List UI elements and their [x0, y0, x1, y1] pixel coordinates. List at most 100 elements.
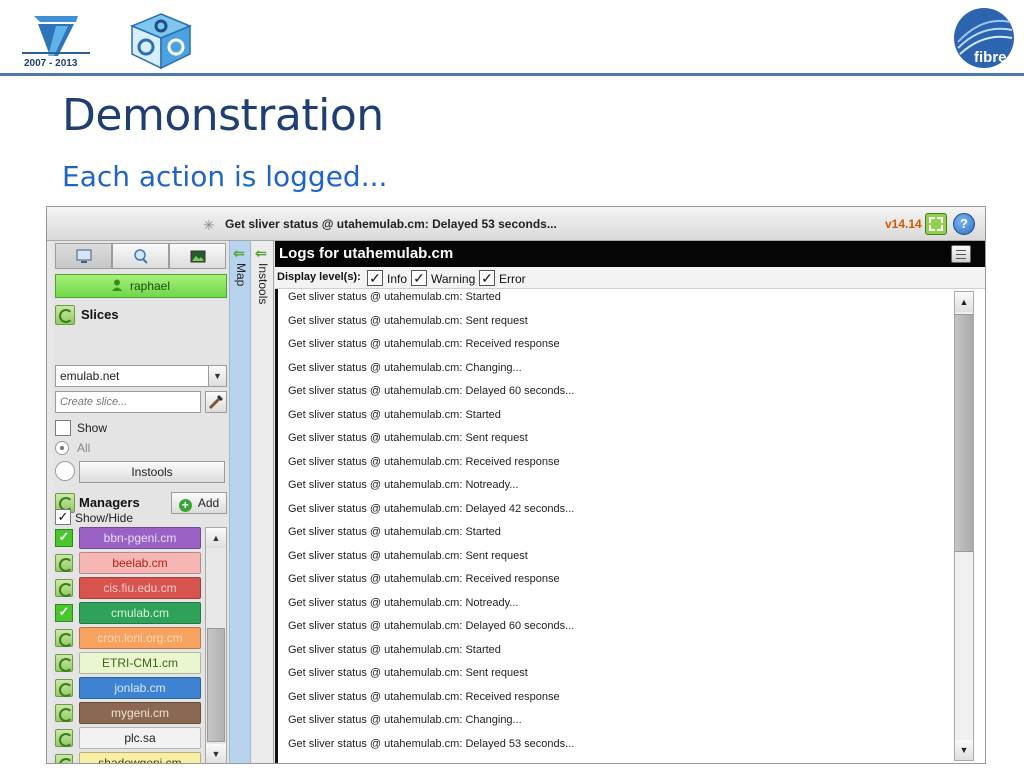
show-hide-checkbox[interactable]: ✓ — [55, 509, 71, 525]
tab-picture[interactable] — [169, 243, 226, 269]
expand-left-arrow-icon[interactable]: ⇐ — [255, 246, 267, 260]
scroll-thumb[interactable] — [955, 314, 973, 552]
log-entry: Get sliver status @ utahemulab.cm: Start… — [288, 291, 501, 303]
log-entry: Get sliver status @ utahemulab.cm: Chang… — [288, 361, 522, 374]
manager-checkbox[interactable]: ✓ — [55, 604, 73, 622]
manager-row: shadowgeni.cm — [55, 752, 205, 763]
manager-button[interactable]: bbn-pgeni.cm — [79, 527, 201, 549]
tab-slices-view[interactable] — [55, 243, 112, 269]
slide-subtitle: Each action is logged... — [62, 160, 388, 193]
header-rule — [0, 73, 1024, 76]
fp7-seven-icon: 2007 - 2013 — [22, 16, 90, 69]
tab-search[interactable] — [112, 243, 169, 269]
scroll-thumb[interactable] — [207, 628, 225, 742]
log-entry: Get sliver status @ utahemulab.cm: Start… — [288, 526, 501, 538]
add-icon: + — [178, 499, 192, 512]
error-level-checkbox[interactable]: ✓ — [479, 270, 495, 286]
refresh-slices-button[interactable] — [55, 305, 75, 325]
chevron-down-icon[interactable]: ▼ — [208, 366, 226, 386]
user-name: raphael — [129, 279, 171, 293]
manager-button[interactable]: plc.sa — [79, 727, 201, 749]
log-entry: Get sliver status @ utahemulab.cm: Sent … — [288, 549, 528, 562]
instools-radio[interactable] — [55, 461, 75, 481]
help-icon: ? — [960, 216, 968, 231]
info-level-label: Info — [387, 272, 408, 286]
log-list: Get sliver status @ utahemulab.cm: Start… — [275, 289, 985, 763]
log-entry: Get sliver status @ utahemulab.cm: Chang… — [288, 714, 522, 726]
instools-button[interactable]: Instools — [79, 461, 225, 483]
manager-button[interactable]: cmulab.cm — [79, 602, 201, 624]
manager-refresh-button[interactable] — [55, 704, 73, 722]
instools-side-tab[interactable]: ⇐ Instools — [252, 241, 274, 763]
logs-title: Logs for utahemulab.cm — [279, 245, 454, 262]
manager-refresh-button[interactable] — [55, 754, 73, 763]
manager-refresh-button[interactable] — [55, 629, 73, 647]
manager-button[interactable]: beelab.cm — [79, 552, 201, 574]
fibre-logo-text: fibre — [974, 49, 1007, 66]
manager-button[interactable]: shadowgeni.cm — [79, 752, 201, 763]
map-side-tab[interactable]: ⇐ Map — [229, 241, 251, 763]
scroll-up-icon[interactable]: ▲ — [955, 292, 973, 312]
status-message: Get sliver status @ utahemulab.cm: Delay… — [225, 217, 557, 231]
manager-button[interactable]: mygeni.cm — [79, 702, 201, 724]
manager-button[interactable]: cron.loni.org.cm — [79, 627, 201, 649]
help-button[interactable]: ? — [953, 213, 975, 235]
log-entry: Get sliver status @ utahemulab.cm: Start… — [288, 408, 501, 421]
manager-refresh-button[interactable] — [55, 579, 73, 597]
manager-list-scrollbar[interactable]: ▲ ▼ — [205, 527, 227, 763]
all-radio[interactable] — [55, 441, 69, 455]
scroll-up-icon[interactable]: ▲ — [206, 528, 226, 548]
log-entry: Get sliver status @ utahemulab.cm: Recei… — [288, 690, 560, 703]
manager-row: cis.fiu.edu.cm — [55, 577, 205, 601]
info-level-checkbox[interactable]: ✓ — [367, 270, 383, 286]
search-icon — [134, 249, 148, 264]
logs-menu-button[interactable] — [951, 245, 971, 263]
user-icon — [111, 279, 122, 291]
add-manager-button[interactable]: + Add — [171, 492, 227, 514]
computer-icon — [76, 249, 92, 263]
error-level-label: Error — [499, 272, 526, 286]
manager-checkbox[interactable]: ✓ — [55, 529, 73, 547]
scroll-down-icon[interactable]: ▼ — [206, 744, 226, 763]
expand-left-arrow-icon[interactable]: ⇐ — [233, 246, 245, 260]
display-levels-bar: Display level(s): ✓ Info ✓ Warning ✓ Err… — [275, 267, 985, 289]
log-entry: Get sliver status @ utahemulab.cm: Recei… — [288, 573, 560, 585]
manager-refresh-button[interactable] — [55, 679, 73, 697]
manager-row: cron.loni.org.cm — [55, 627, 205, 651]
log-scrollbar[interactable]: ▲ ▼ — [954, 291, 974, 761]
show-slices-checkbox[interactable] — [55, 420, 71, 436]
log-entry: Get sliver status @ utahemulab.cm: Start… — [288, 643, 501, 656]
add-label: Add — [197, 496, 220, 510]
create-slice-input[interactable] — [55, 391, 201, 413]
loading-spinner-icon: ✳ — [203, 217, 215, 233]
manager-row: mygeni.cm — [55, 702, 205, 726]
log-entry: Get sliver status @ utahemulab.cm: Delay… — [288, 502, 575, 515]
log-entry: Get sliver status @ utahemulab.cm: Sent … — [288, 432, 528, 444]
managers-heading: Managers — [79, 495, 140, 510]
warning-level-checkbox[interactable]: ✓ — [411, 270, 427, 286]
sidebar: raphael Slices emulab.net ▼ Show All Ins… — [53, 241, 229, 763]
warning-level-label: Warning — [431, 272, 476, 286]
create-slice-button[interactable] — [205, 391, 227, 413]
manager-row: ✓ bbn-pgeni.cm — [55, 527, 205, 551]
manager-button[interactable]: cis.fiu.edu.cm — [79, 577, 201, 599]
fullscreen-button[interactable] — [925, 213, 947, 235]
cube-logo — [126, 10, 196, 72]
show-label: Show — [77, 421, 108, 435]
manager-refresh-button[interactable] — [55, 554, 73, 572]
manager-button[interactable]: jonlab.cm — [79, 677, 201, 699]
user-button[interactable]: raphael — [55, 274, 227, 298]
log-entry: Get sliver status @ utahemulab.cm: Delay… — [288, 737, 575, 750]
fibre-logo: fibre — [952, 6, 1016, 70]
slices-heading: Slices — [81, 307, 119, 322]
log-entry: Get sliver status @ utahemulab.cm: Recei… — [288, 338, 560, 350]
app-status-bar: ✳ Get sliver status @ utahemulab.cm: Del… — [47, 207, 985, 241]
manager-button[interactable]: ETRI-CM1.cm — [79, 652, 201, 674]
manager-refresh-button[interactable] — [55, 729, 73, 747]
authority-select[interactable]: emulab.net ▼ — [55, 365, 227, 387]
log-entry: Get sliver status @ utahemulab.cm: Notre… — [288, 479, 519, 491]
manager-refresh-button[interactable] — [55, 654, 73, 672]
manager-row: ETRI-CM1.cm — [55, 652, 205, 676]
scroll-down-icon[interactable]: ▼ — [955, 740, 973, 760]
log-entry: Get sliver status @ utahemulab.cm: Delay… — [288, 620, 575, 632]
